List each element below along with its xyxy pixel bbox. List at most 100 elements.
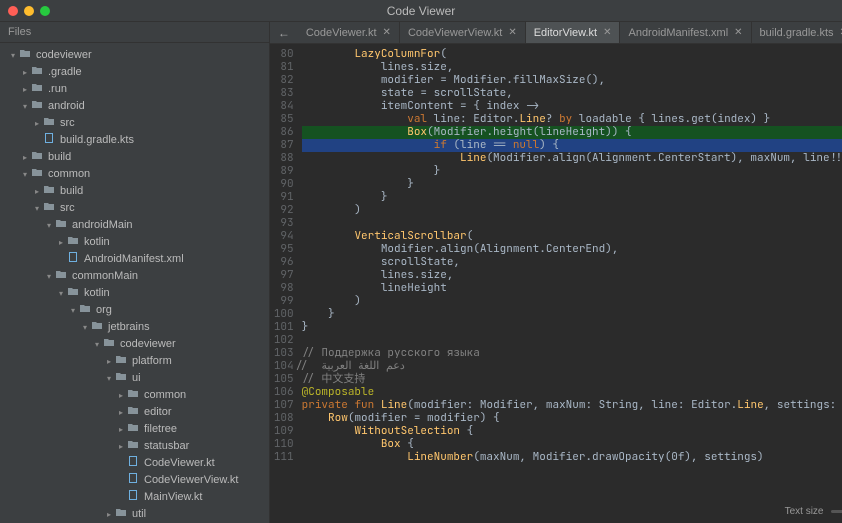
chevron-down-icon: ▾ bbox=[56, 286, 66, 301]
sidebar-header: Files bbox=[0, 22, 269, 43]
folder-icon bbox=[42, 184, 56, 199]
tab-label: CodeViewer.kt bbox=[306, 27, 377, 39]
folder-icon bbox=[90, 320, 104, 335]
close-tab-icon[interactable]: ✕ bbox=[383, 27, 391, 38]
folder-icon bbox=[30, 82, 44, 97]
minimize-window-button[interactable] bbox=[24, 6, 34, 16]
editor-tab[interactable]: AndroidManifest.xml ✕ bbox=[620, 22, 751, 43]
tree-node-label: kotlin bbox=[84, 286, 110, 301]
folder-icon bbox=[102, 337, 116, 352]
folder-icon bbox=[126, 388, 140, 403]
tree-node[interactable]: MainView.kt bbox=[0, 489, 269, 506]
code-content[interactable]: LazyColumnFor( lines.size, modifier = Mo… bbox=[302, 44, 842, 523]
folder-icon bbox=[66, 286, 80, 301]
chevron-right-icon: ▸ bbox=[116, 439, 126, 454]
tree-node-label: statusbar bbox=[144, 439, 189, 454]
tree-node[interactable]: ▾org bbox=[0, 302, 269, 319]
tree-node[interactable]: ▾src bbox=[0, 200, 269, 217]
editor-tab[interactable]: CodeViewer.kt ✕ bbox=[298, 22, 400, 43]
tree-node[interactable]: ▸ build bbox=[0, 183, 269, 200]
close-tab-icon[interactable]: ✕ bbox=[603, 27, 611, 38]
tree-node-label: org bbox=[96, 303, 112, 318]
tree-node[interactable]: build.gradle.kts bbox=[0, 132, 269, 149]
editor-tab[interactable]: build.gradle.kts✕ bbox=[752, 22, 842, 43]
text-size-slider[interactable] bbox=[831, 510, 842, 513]
tab-label: AndroidManifest.xml bbox=[628, 27, 728, 39]
chevron-right-icon: ▸ bbox=[116, 388, 126, 403]
chevron-down-icon: ▾ bbox=[20, 99, 30, 114]
tree-node-label: filetree bbox=[144, 422, 177, 437]
tree-node[interactable]: ▸src bbox=[0, 115, 269, 132]
chevron-right-icon: ▸ bbox=[104, 354, 114, 369]
tree-node[interactable]: ▾codeviewer bbox=[0, 47, 269, 64]
folder-icon bbox=[114, 507, 128, 522]
close-tab-icon[interactable]: ✕ bbox=[734, 27, 742, 38]
folder-icon bbox=[126, 422, 140, 437]
kt-icon bbox=[126, 473, 140, 488]
tree-node-label: jetbrains bbox=[108, 320, 150, 335]
folder-icon bbox=[30, 167, 44, 182]
tree-node[interactable]: ▸util bbox=[0, 506, 269, 523]
tree-node-label: common bbox=[48, 167, 90, 182]
folder-icon bbox=[54, 269, 68, 284]
tree-node[interactable]: ▾common bbox=[0, 166, 269, 183]
window-controls bbox=[8, 6, 50, 16]
folder-icon bbox=[126, 405, 140, 420]
tree-node[interactable]: ▸filetree bbox=[0, 421, 269, 438]
maximize-window-button[interactable] bbox=[40, 6, 50, 16]
tree-node-label: codeviewer bbox=[120, 337, 176, 352]
tree-node-label: CodeViewerView.kt bbox=[144, 473, 238, 488]
editor-tab[interactable]: CodeViewerView.kt ✕ bbox=[400, 22, 526, 43]
tree-node[interactable]: ▸ platform bbox=[0, 353, 269, 370]
close-tab-icon[interactable]: ✕ bbox=[508, 27, 516, 38]
chevron-right-icon: ▸ bbox=[20, 65, 30, 80]
tree-node[interactable]: ▸build bbox=[0, 149, 269, 166]
code-editor[interactable]: 8081828384858687888990919293949596979899… bbox=[270, 44, 842, 523]
tree-node-label: src bbox=[60, 201, 75, 216]
file-tree: ▾codeviewer▸.gradle▸.run▾android▸srcbuil… bbox=[0, 43, 269, 523]
tree-node[interactable]: ▸editor bbox=[0, 404, 269, 421]
tree-node-label: build bbox=[60, 184, 83, 199]
tree-node[interactable]: ▾ jetbrains bbox=[0, 319, 269, 336]
back-button[interactable]: ← bbox=[270, 26, 298, 40]
chevron-right-icon: ▸ bbox=[32, 184, 42, 199]
tree-node[interactable]: ▾ androidMain bbox=[0, 217, 269, 234]
tree-node[interactable]: ▸ .run bbox=[0, 81, 269, 98]
tree-node[interactable]: ▸kotlin bbox=[0, 234, 269, 251]
folder-icon bbox=[54, 218, 68, 233]
tree-node[interactable]: ▾codeviewer bbox=[0, 336, 269, 353]
tree-node-label: common bbox=[144, 388, 186, 403]
tree-node[interactable]: ▸ common bbox=[0, 387, 269, 404]
tree-node[interactable]: CodeViewer.kt bbox=[0, 455, 269, 472]
tree-node[interactable]: AndroidManifest.xml bbox=[0, 251, 269, 268]
tree-node[interactable]: CodeViewerView.kt bbox=[0, 472, 269, 489]
tree-node-label: ui bbox=[132, 371, 141, 386]
tree-node-label: build.gradle.kts bbox=[60, 133, 134, 148]
line-gutter: 8081828384858687888990919293949596979899… bbox=[270, 44, 302, 523]
tab-label: build.gradle.kts bbox=[760, 27, 834, 39]
chevron-right-icon: ▸ bbox=[20, 82, 30, 97]
folder-icon bbox=[66, 235, 80, 250]
tree-node-label: androidMain bbox=[72, 218, 133, 233]
chevron-down-icon: ▾ bbox=[44, 218, 54, 233]
editor-tab[interactable]: EditorView.kt✕ bbox=[526, 22, 621, 43]
tree-node-label: util bbox=[132, 507, 146, 522]
folder-icon bbox=[18, 48, 32, 63]
tree-node-label: platform bbox=[132, 354, 172, 369]
tree-node-label: AndroidManifest.xml bbox=[84, 252, 184, 267]
tree-node[interactable]: ▾ kotlin bbox=[0, 285, 269, 302]
tree-node[interactable]: ▾ui bbox=[0, 370, 269, 387]
tree-node[interactable]: ▸ statusbar bbox=[0, 438, 269, 455]
folder-icon bbox=[126, 439, 140, 454]
gradle-icon bbox=[42, 133, 56, 148]
close-window-button[interactable] bbox=[8, 6, 18, 16]
file-icon bbox=[66, 252, 80, 267]
tree-node[interactable]: ▾android bbox=[0, 98, 269, 115]
tree-node[interactable]: ▸.gradle bbox=[0, 64, 269, 81]
tree-node[interactable]: ▾commonMain bbox=[0, 268, 269, 285]
chevron-down-icon: ▾ bbox=[80, 320, 90, 335]
folder-icon bbox=[114, 371, 128, 386]
tab-label: CodeViewerView.kt bbox=[408, 27, 502, 39]
folder-icon bbox=[114, 354, 128, 369]
tree-node-label: .run bbox=[48, 82, 67, 97]
